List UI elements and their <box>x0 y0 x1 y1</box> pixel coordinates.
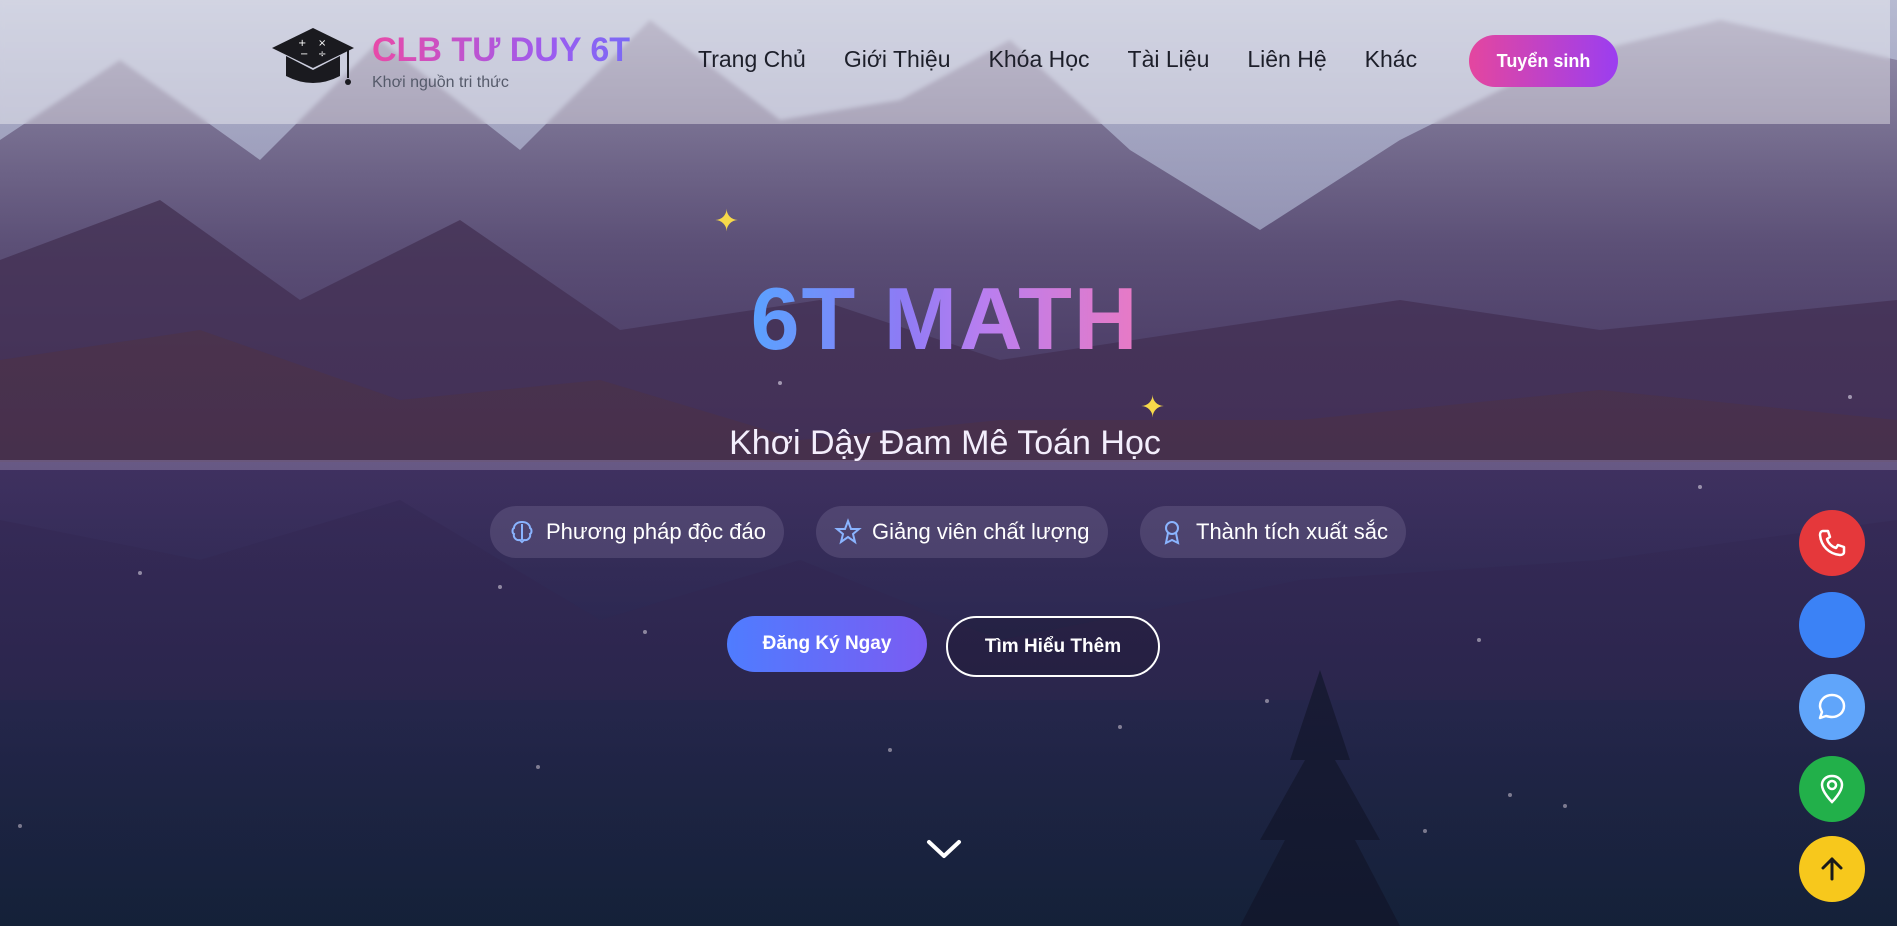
hero-subtitle: Khơi Dậy Đam Mê Toán Học <box>729 424 1161 462</box>
chevron-down-icon[interactable] <box>925 836 963 862</box>
feature-pill-achievements: Thành tích xuất sắc <box>1140 506 1406 558</box>
svg-text:×: × <box>318 38 326 49</box>
hero-title: 6T MATH <box>750 269 1140 368</box>
brain-icon <box>511 520 533 544</box>
logo[interactable]: + × − ÷ CLB TƯ DUY 6T Khơi nguồn tri thứ… <box>268 24 630 100</box>
messenger-button[interactable] <box>1799 592 1865 658</box>
map-pin-icon <box>1820 774 1844 804</box>
site-header: + × − ÷ CLB TƯ DUY 6T Khơi nguồn tri thứ… <box>0 0 1890 124</box>
svg-text:−: − <box>300 49 308 60</box>
brand-subtitle: Khơi nguồn tri thức <box>372 73 509 91</box>
arrow-up-icon <box>1821 857 1843 881</box>
nav-khac[interactable]: Khác <box>1365 46 1417 73</box>
sparkle-icon: ✦ <box>1140 391 1166 424</box>
nav-trang-chu[interactable]: Trang Chủ <box>698 46 806 73</box>
award-icon <box>1164 521 1180 545</box>
scroll-top-button[interactable] <box>1799 836 1865 902</box>
feature-pill-teachers: Giảng viên chất lượng <box>816 506 1108 558</box>
graduation-cap-icon: + × − ÷ <box>272 28 354 85</box>
sparkle-icon: ✦ <box>714 205 740 238</box>
feature-label: Phương pháp độc đáo <box>546 519 766 544</box>
register-now-button[interactable]: Đăng Ký Ngay <box>727 616 927 672</box>
feature-label: Thành tích xuất sắc <box>1196 519 1388 544</box>
nav-tai-lieu[interactable]: Tài Liệu <box>1128 46 1210 73</box>
chat-icon <box>1818 693 1846 720</box>
star-icon <box>834 518 862 545</box>
learn-more-button[interactable]: Tìm Hiểu Thêm <box>946 616 1160 677</box>
feature-pill-method: Phương pháp độc đáo <box>490 506 784 558</box>
feature-label: Giảng viên chất lượng <box>872 519 1090 544</box>
svg-text:÷: ÷ <box>318 49 326 60</box>
nav-gioi-thieu[interactable]: Giới Thiệu <box>844 46 951 73</box>
nav-lien-he[interactable]: Liên Hệ <box>1247 46 1326 73</box>
main-nav: Trang Chủ Giới Thiệu Khóa Học Tài Liệu L… <box>698 46 1417 73</box>
location-button[interactable] <box>1799 756 1865 822</box>
phone-icon <box>1818 529 1846 557</box>
brand-title: CLB TƯ DUY 6T <box>372 31 631 70</box>
chat-button[interactable] <box>1799 674 1865 740</box>
svg-text:+: + <box>298 38 306 49</box>
enroll-button[interactable]: Tuyển sinh <box>1469 35 1618 87</box>
hero-overlay <box>0 0 1897 926</box>
nav-khoa-hoc[interactable]: Khóa Học <box>989 46 1090 73</box>
phone-button[interactable] <box>1799 510 1865 576</box>
